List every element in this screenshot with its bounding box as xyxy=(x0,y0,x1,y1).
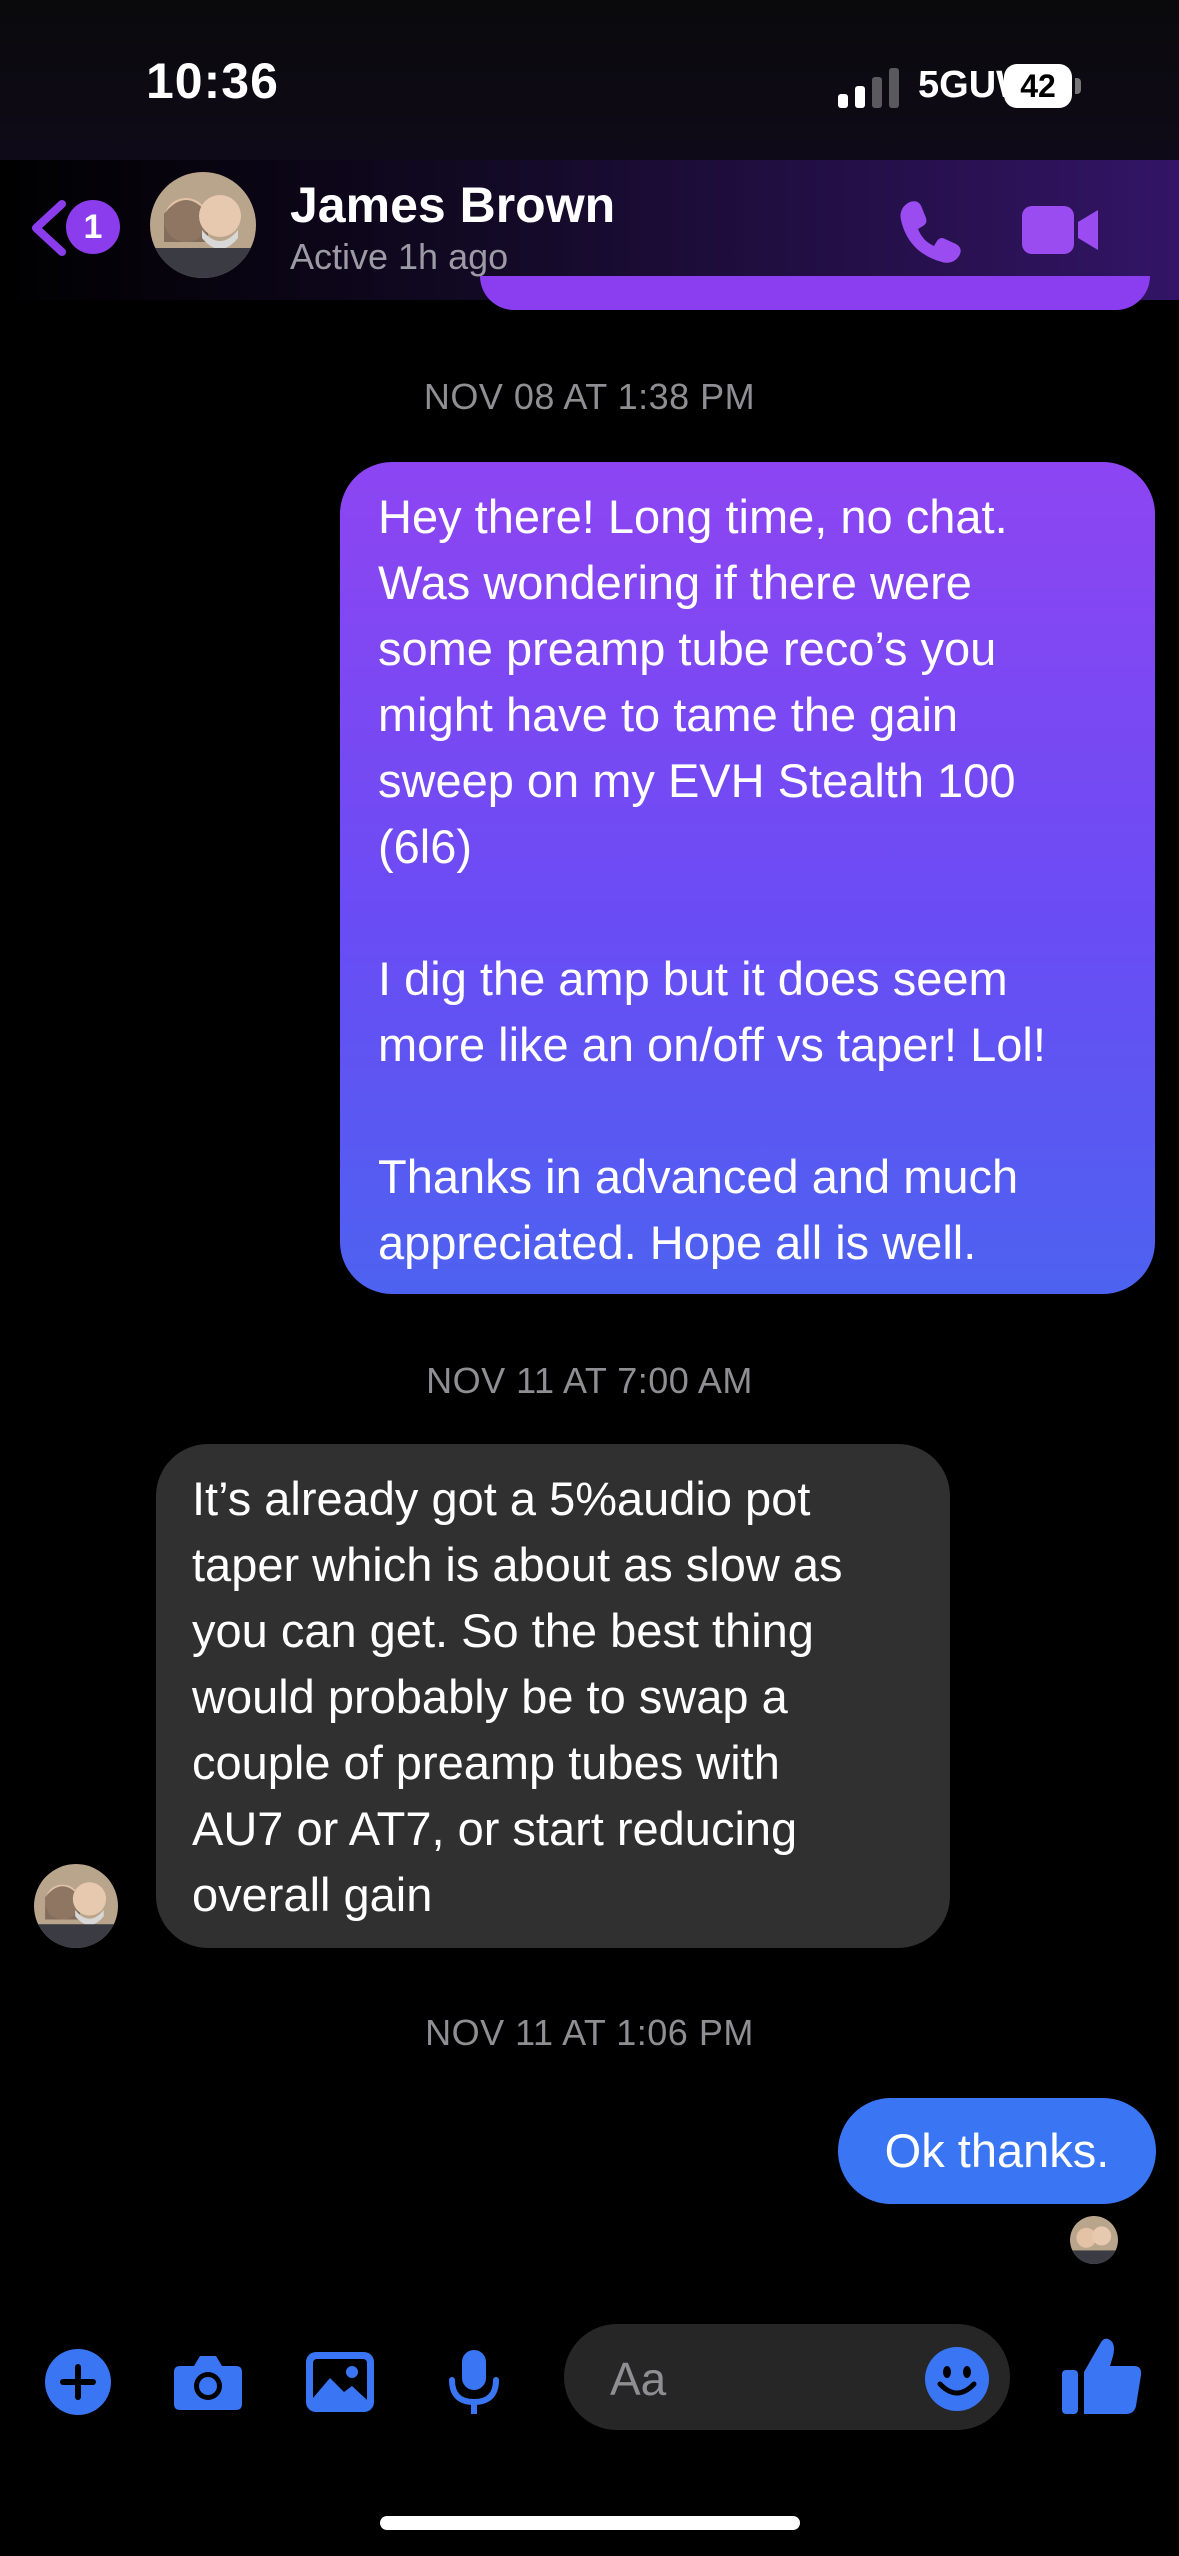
sender-avatar[interactable] xyxy=(34,1864,118,1948)
battery-icon: 42 xyxy=(1004,64,1082,108)
contact-name[interactable]: James Brown xyxy=(290,176,615,234)
status-time: 10:36 xyxy=(146,53,279,109)
outgoing-message[interactable]: Ok thanks. xyxy=(838,2098,1156,2204)
message-timestamp: NOV 11 AT 7:00 AM xyxy=(426,1360,753,1401)
read-receipt-avatar xyxy=(1070,2216,1118,2264)
previous-message-bubble xyxy=(480,276,1150,310)
phone-icon[interactable] xyxy=(896,196,966,266)
message-timestamp: NOV 08 AT 1:38 PM xyxy=(423,376,756,417)
avatar-photo xyxy=(34,1864,118,1948)
home-indicator[interactable] xyxy=(380,2516,800,2530)
thumbs-up-icon[interactable] xyxy=(1060,2334,1144,2418)
contact-status: Active 1h ago xyxy=(290,236,509,277)
message-text: It’s already got a 5%audio pot taper whi… xyxy=(192,1472,843,1921)
status-bar: 10:36 5GUW 42 xyxy=(0,0,1179,160)
image-icon[interactable] xyxy=(304,2346,376,2418)
unread-badge[interactable]: 1 xyxy=(66,200,120,254)
avatar-photo xyxy=(150,172,256,278)
battery-level: 42 xyxy=(1004,64,1072,108)
video-icon[interactable] xyxy=(1020,200,1100,260)
signal-icon xyxy=(838,68,899,108)
battery-tip xyxy=(1075,78,1081,94)
plus-icon[interactable] xyxy=(42,2346,114,2418)
outgoing-message[interactable]: Hey there! Long time, no chat. Was wonde… xyxy=(340,462,1155,1294)
camera-icon[interactable] xyxy=(172,2346,244,2418)
message-input-placeholder: Aa xyxy=(610,2353,667,2405)
avatar-photo xyxy=(1070,2216,1118,2264)
message-text: Hey there! Long time, no chat. Was wonde… xyxy=(378,490,1046,1269)
incoming-message[interactable]: It’s already got a 5%audio pot taper whi… xyxy=(156,1444,950,1948)
microphone-icon[interactable] xyxy=(438,2346,510,2418)
message-timestamp: NOV 11 AT 1:06 PM xyxy=(425,2012,754,2053)
avatar[interactable] xyxy=(150,172,256,278)
emoji-icon[interactable] xyxy=(924,2346,990,2412)
